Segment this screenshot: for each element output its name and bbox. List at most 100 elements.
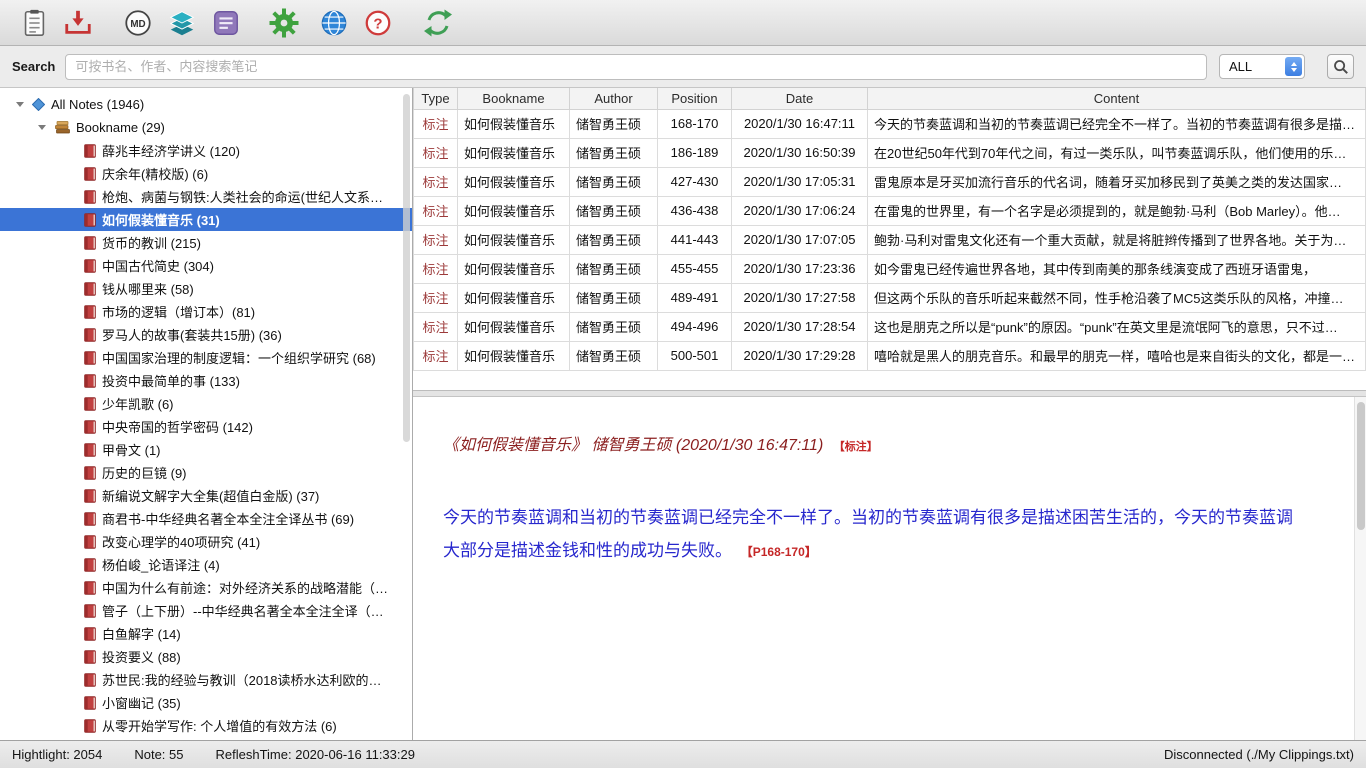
sidebar-item-book[interactable]: 中国国家治理的制度逻辑：一个组织学研究 (68) — [0, 346, 412, 369]
all-notes-tag-icon — [32, 98, 45, 111]
table-row[interactable]: 标注如何假装懂音乐储智勇王硕436-4382020/1/30 17:06:24在… — [414, 196, 1366, 225]
sidebar-item-book[interactable]: 少年凯歌 (6) — [0, 392, 412, 415]
sidebar-item-bookname[interactable]: Bookname (29) — [0, 116, 412, 139]
cell-author: 储智勇王硕 — [570, 196, 658, 225]
cell-position: 441-443 — [658, 225, 732, 254]
layers-export-button[interactable] — [164, 4, 200, 42]
table-row[interactable]: 标注如何假装懂音乐储智勇王硕441-4432020/1/30 17:07:05鲍… — [414, 225, 1366, 254]
tree-disclosure-icon[interactable] — [16, 102, 24, 107]
search-label: Search — [12, 59, 55, 74]
sidebar-item-book[interactable]: 中央帝国的哲学密码 (142) — [0, 415, 412, 438]
settings-gear-icon — [268, 7, 300, 39]
detail-scrollbar-thumb[interactable] — [1357, 402, 1365, 530]
sidebar-item-book[interactable]: 投资中最简单的事 (133) — [0, 369, 412, 392]
sidebar-item-book[interactable]: 中国为什么有前途：对外经济关系的战略潜能（… — [0, 576, 412, 599]
column-header-author[interactable]: Author — [570, 88, 658, 109]
cell-position: 494-496 — [658, 312, 732, 341]
note-type-badge: 【标注】 — [834, 441, 878, 453]
table-row[interactable]: 标注如何假装懂音乐储智勇王硕427-4302020/1/30 17:05:31雷… — [414, 167, 1366, 196]
cell-content: 在雷鬼的世界里，有一个名字是必须提到的，就是鲍勃·马利（Bob Marley）。… — [868, 196, 1366, 225]
sidebar-item-book[interactable]: 庆余年(精校版) (6) — [0, 162, 412, 185]
sidebar-item-all-notes[interactable]: All Notes (1946) — [0, 93, 412, 116]
cell-type: 标注 — [414, 167, 458, 196]
cell-bookname: 如何假装懂音乐 — [458, 138, 570, 167]
book-icon — [84, 144, 96, 158]
cell-content: 鲍勃·马利对雷鬼文化还有一个重大贡献，就是将脏辫传播到了世界各地。关于为… — [868, 225, 1366, 254]
table-row[interactable]: 标注如何假装懂音乐储智勇王硕500-5012020/1/30 17:29:28嘻… — [414, 341, 1366, 370]
note-content-text: 今天的节奏蓝调和当初的节奏蓝调已经完全不一样了。当初的节奏蓝调有很多是描述困苦生… — [443, 508, 1293, 560]
sidebar-item-book[interactable]: 罗马人的故事(套装共15册) (36) — [0, 323, 412, 346]
sidebar-item-book[interactable]: 中国古代简史 (304) — [0, 254, 412, 277]
sidebar-item-book[interactable]: 从零开始学写作: 个人增值的有效方法 (6) — [0, 714, 412, 737]
sidebar-item-label: 投资中最简单的事 (133) — [102, 371, 240, 390]
table-header-row: TypeBooknameAuthorPositionDateContent — [414, 88, 1366, 109]
detail-scrollbar-track[interactable] — [1354, 397, 1366, 740]
sidebar-item-book[interactable]: 如何假装懂音乐 (31) — [0, 208, 412, 231]
sidebar-item-book[interactable]: 小窗幽记 (35) — [0, 691, 412, 714]
cell-type: 标注 — [414, 283, 458, 312]
filter-dropdown[interactable]: ALL — [1219, 54, 1305, 79]
web-button[interactable] — [316, 4, 352, 42]
table-row[interactable]: 标注如何假装懂音乐储智勇王硕455-4552020/1/30 17:23:36如… — [414, 254, 1366, 283]
sidebar-item-book[interactable]: 市场的逻辑（增订本）(81) — [0, 300, 412, 323]
notes-button[interactable] — [16, 4, 52, 42]
settings-button[interactable] — [266, 4, 302, 42]
help-button[interactable]: ? — [360, 4, 396, 42]
table-row[interactable]: 标注如何假装懂音乐储智勇王硕186-1892020/1/30 16:50:39在… — [414, 138, 1366, 167]
book-icon — [84, 581, 96, 595]
sidebar-item-label: 市场的逻辑（增订本）(81) — [102, 302, 255, 321]
panel-splitter[interactable] — [413, 390, 1366, 397]
sidebar-item-book[interactable]: 改变心理学的40项研究 (41) — [0, 530, 412, 553]
sidebar-item-book[interactable]: 苏世民:我的经验与教训（2018读桥水达利欧的… — [0, 668, 412, 691]
sidebar-item-label: 中央帝国的哲学密码 (142) — [102, 417, 253, 436]
notes-table: TypeBooknameAuthorPositionDateContent 标注… — [413, 88, 1366, 371]
sync-button[interactable] — [420, 4, 456, 42]
highlight-count: Hightlight: 2054 — [12, 747, 102, 762]
book-icon — [84, 305, 96, 319]
table-row[interactable]: 标注如何假装懂音乐储智勇王硕168-1702020/1/30 16:47:11今… — [414, 109, 1366, 138]
sidebar-item-book[interactable]: 钱从哪里来 (58) — [0, 277, 412, 300]
svg-text:?: ? — [373, 15, 382, 32]
column-header-bookname[interactable]: Bookname — [458, 88, 570, 109]
book-export-button[interactable] — [208, 4, 244, 42]
cell-author: 储智勇王硕 — [570, 109, 658, 138]
cell-type: 标注 — [414, 196, 458, 225]
status-bar: Hightlight: 2054 Note: 55 RefleshTime: 2… — [0, 740, 1366, 768]
sidebar-item-book[interactable]: 枪炮、病菌与钢铁:人类社会的命运(世纪人文系… — [0, 185, 412, 208]
table-row[interactable]: 标注如何假装懂音乐储智勇王硕494-4962020/1/30 17:28:54这… — [414, 312, 1366, 341]
search-button[interactable] — [1327, 54, 1354, 79]
sidebar-item-label: 甲骨文 (1) — [102, 440, 161, 459]
cell-type: 标注 — [414, 341, 458, 370]
notes-table-panel: TypeBooknameAuthorPositionDateContent 标注… — [413, 88, 1366, 390]
sidebar-item-book[interactable]: 投资要义 (88) — [0, 645, 412, 668]
sidebar-item-label: 小窗幽记 (35) — [102, 693, 181, 712]
sidebar-item-book[interactable]: 历史的巨镜 (9) — [0, 461, 412, 484]
search-input[interactable] — [65, 54, 1207, 80]
table-row[interactable]: 标注如何假装懂音乐储智勇王硕489-4912020/1/30 17:27:58但… — [414, 283, 1366, 312]
sidebar-item-label: 中国国家治理的制度逻辑：一个组织学研究 (68) — [102, 348, 376, 367]
dropdown-stepper-icon[interactable] — [1285, 57, 1302, 76]
column-header-position[interactable]: Position — [658, 88, 732, 109]
sidebar-item-book[interactable]: 管子（上下册）--中华经典名著全本全注全译（… — [0, 599, 412, 622]
sidebar-item-book[interactable]: 新编说文解字大全集(超值白金版) (37) — [0, 484, 412, 507]
sidebar-item-book[interactable]: 货币的教训 (215) — [0, 231, 412, 254]
sidebar-item-book[interactable]: 杨伯峻_论语译注 (4) — [0, 553, 412, 576]
tree-scrollbar-thumb[interactable] — [403, 94, 410, 442]
cell-bookname: 如何假装懂音乐 — [458, 167, 570, 196]
sidebar-item-book[interactable]: 商君书-中华经典名著全本全注全译丛书 (69) — [0, 507, 412, 530]
import-button[interactable] — [60, 4, 96, 42]
column-header-date[interactable]: Date — [732, 88, 868, 109]
sidebar-item-book[interactable]: 甲骨文 (1) — [0, 438, 412, 461]
book-icon — [84, 236, 96, 250]
cell-content: 雷鬼原本是牙买加流行音乐的代名词，随着牙买加移民到了英美之类的发达国家… — [868, 167, 1366, 196]
book-icon — [84, 719, 96, 733]
book-icon — [84, 489, 96, 503]
toolbar: MD — [0, 0, 1366, 46]
sidebar-item-book[interactable]: 薛兆丰经济学讲义 (120) — [0, 139, 412, 162]
cell-position: 168-170 — [658, 109, 732, 138]
column-header-type[interactable]: Type — [414, 88, 458, 109]
markdown-export-button[interactable]: MD — [120, 4, 156, 42]
sidebar-item-book[interactable]: 白鱼解字 (14) — [0, 622, 412, 645]
tree-disclosure-icon[interactable] — [38, 125, 46, 130]
column-header-content[interactable]: Content — [868, 88, 1366, 109]
